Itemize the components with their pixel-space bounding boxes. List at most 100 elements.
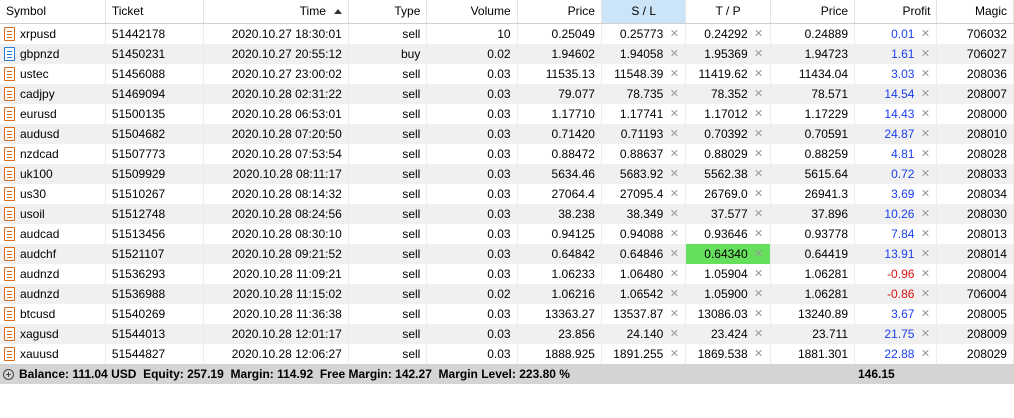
close-icon[interactable]: ✕ bbox=[669, 164, 679, 184]
close-icon[interactable]: ✕ bbox=[754, 124, 764, 144]
cell-tp[interactable]: 1.05904 ✕ bbox=[686, 264, 771, 284]
cell-tp[interactable]: 26769.0 ✕ bbox=[686, 184, 771, 204]
close-icon[interactable]: ✕ bbox=[754, 284, 764, 304]
table-row[interactable]: audusd 51504682 2020.10.28 07:20:50 sell 0.0… bbox=[0, 124, 1014, 144]
close-icon[interactable]: ✕ bbox=[754, 104, 764, 124]
table-row[interactable]: xagusd 51544013 2020.10.28 12:01:17 sell 0.0… bbox=[0, 324, 1014, 344]
cell-sl[interactable]: 13537.87 ✕ bbox=[602, 304, 687, 324]
close-icon[interactable]: ✕ bbox=[754, 64, 764, 84]
col-ticket[interactable]: Ticket bbox=[106, 0, 204, 23]
close-icon[interactable]: ✕ bbox=[754, 184, 764, 204]
close-icon[interactable]: ✕ bbox=[754, 84, 764, 104]
table-row[interactable]: eurusd 51500135 2020.10.28 06:53:01 sell 0.0… bbox=[0, 104, 1014, 124]
cell-tp[interactable]: 5562.38 ✕ bbox=[686, 164, 771, 184]
table-row[interactable]: audnzd 51536988 2020.10.28 11:15:02 sell 0.0… bbox=[0, 284, 1014, 304]
table-row[interactable]: xauusd 51544827 2020.10.28 12:06:27 sell 0.0… bbox=[0, 344, 1014, 364]
close-icon[interactable]: ✕ bbox=[920, 64, 930, 84]
close-icon[interactable]: ✕ bbox=[669, 224, 679, 244]
cell-sl[interactable]: 38.349 ✕ bbox=[602, 204, 687, 224]
cell-sl[interactable]: 1.06542 ✕ bbox=[602, 284, 687, 304]
cell-profit[interactable]: 3.67 ✕ bbox=[855, 304, 938, 324]
cell-profit[interactable]: 0.01 ✕ bbox=[855, 24, 938, 44]
table-row[interactable]: gbpnzd 51450231 2020.10.27 20:55:12 buy 0.02… bbox=[0, 44, 1014, 64]
close-icon[interactable]: ✕ bbox=[754, 204, 764, 224]
expand-plus-icon[interactable] bbox=[3, 368, 14, 380]
col-current-price[interactable]: Price bbox=[771, 0, 856, 23]
close-icon[interactable]: ✕ bbox=[920, 84, 930, 104]
cell-profit[interactable]: 0.72 ✕ bbox=[855, 164, 938, 184]
close-icon[interactable]: ✕ bbox=[669, 344, 679, 364]
cell-tp[interactable]: 1.05900 ✕ bbox=[686, 284, 771, 304]
cell-profit[interactable]: 22.88 ✕ bbox=[855, 344, 938, 364]
cell-tp[interactable]: 0.93646 ✕ bbox=[686, 224, 771, 244]
col-sl[interactable]: S / L bbox=[601, 0, 687, 23]
close-icon[interactable]: ✕ bbox=[754, 264, 764, 284]
cell-sl[interactable]: 27095.4 ✕ bbox=[602, 184, 687, 204]
close-icon[interactable]: ✕ bbox=[754, 304, 764, 324]
cell-profit[interactable]: 24.87 ✕ bbox=[855, 124, 938, 144]
table-row[interactable]: audnzd 51536293 2020.10.28 11:09:21 sell 0.0… bbox=[0, 264, 1014, 284]
cell-tp[interactable]: 13086.03 ✕ bbox=[686, 304, 771, 324]
cell-profit[interactable]: 10.26 ✕ bbox=[855, 204, 938, 224]
cell-sl[interactable]: 1891.255 ✕ bbox=[602, 344, 687, 364]
close-icon[interactable]: ✕ bbox=[754, 44, 764, 64]
cell-sl[interactable]: 11548.39 ✕ bbox=[602, 64, 687, 84]
close-icon[interactable]: ✕ bbox=[920, 24, 930, 44]
col-magic[interactable]: Magic bbox=[937, 0, 1014, 23]
cell-tp[interactable]: 11419.62 ✕ bbox=[686, 64, 771, 84]
table-row[interactable]: cadjpy 51469094 2020.10.28 02:31:22 sell 0.0… bbox=[0, 84, 1014, 104]
cell-sl[interactable]: 24.140 ✕ bbox=[602, 324, 687, 344]
close-icon[interactable]: ✕ bbox=[669, 144, 679, 164]
cell-sl[interactable]: 0.64846 ✕ bbox=[602, 244, 687, 264]
table-row[interactable]: uk100 51509929 2020.10.28 08:11:17 sell 0.03… bbox=[0, 164, 1014, 184]
close-icon[interactable]: ✕ bbox=[669, 104, 679, 124]
cell-profit[interactable]: 4.81 ✕ bbox=[855, 144, 938, 164]
cell-sl[interactable]: 5683.92 ✕ bbox=[602, 164, 687, 184]
cell-tp[interactable]: 1.95369 ✕ bbox=[686, 44, 771, 64]
cell-tp[interactable]: 37.577 ✕ bbox=[686, 204, 771, 224]
cell-sl[interactable]: 0.88637 ✕ bbox=[602, 144, 687, 164]
cell-tp[interactable]: 78.352 ✕ bbox=[686, 84, 771, 104]
table-row[interactable]: us30 51510267 2020.10.28 08:14:32 sell 0.03 2… bbox=[0, 184, 1014, 204]
table-row[interactable]: btcusd 51540269 2020.10.28 11:36:38 sell 0.0… bbox=[0, 304, 1014, 324]
cell-profit[interactable]: 14.54 ✕ bbox=[855, 84, 938, 104]
close-icon[interactable]: ✕ bbox=[920, 204, 930, 224]
close-icon[interactable]: ✕ bbox=[920, 264, 930, 284]
cell-sl[interactable]: 0.94088 ✕ bbox=[602, 224, 687, 244]
close-icon[interactable]: ✕ bbox=[920, 44, 930, 64]
cell-profit[interactable]: 21.75 ✕ bbox=[855, 324, 938, 344]
close-icon[interactable]: ✕ bbox=[754, 344, 764, 364]
cell-profit[interactable]: 3.03 ✕ bbox=[855, 64, 938, 84]
close-icon[interactable]: ✕ bbox=[669, 264, 679, 284]
cell-profit[interactable]: 7.84 ✕ bbox=[855, 224, 938, 244]
cell-profit[interactable]: -0.86 ✕ bbox=[855, 284, 938, 304]
close-icon[interactable]: ✕ bbox=[754, 164, 764, 184]
close-icon[interactable]: ✕ bbox=[669, 244, 679, 264]
col-price[interactable]: Price bbox=[518, 0, 602, 23]
close-icon[interactable]: ✕ bbox=[754, 244, 764, 264]
cell-tp[interactable]: 23.424 ✕ bbox=[686, 324, 771, 344]
cell-tp[interactable]: 1869.538 ✕ bbox=[686, 344, 771, 364]
close-icon[interactable]: ✕ bbox=[920, 224, 930, 244]
col-tp[interactable]: T / P bbox=[686, 0, 771, 23]
cell-sl[interactable]: 1.06480 ✕ bbox=[602, 264, 687, 284]
close-icon[interactable]: ✕ bbox=[920, 104, 930, 124]
close-icon[interactable]: ✕ bbox=[920, 144, 930, 164]
cell-sl[interactable]: 0.71193 ✕ bbox=[602, 124, 687, 144]
close-icon[interactable]: ✕ bbox=[669, 24, 679, 44]
close-icon[interactable]: ✕ bbox=[754, 144, 764, 164]
cell-profit[interactable]: -0.96 ✕ bbox=[855, 264, 938, 284]
close-icon[interactable]: ✕ bbox=[669, 64, 679, 84]
col-volume[interactable]: Volume bbox=[427, 0, 518, 23]
close-icon[interactable]: ✕ bbox=[669, 324, 679, 344]
cell-tp[interactable]: 1.17012 ✕ bbox=[686, 104, 771, 124]
close-icon[interactable]: ✕ bbox=[669, 304, 679, 324]
cell-sl[interactable]: 0.25773 ✕ bbox=[602, 24, 687, 44]
close-icon[interactable]: ✕ bbox=[920, 304, 930, 324]
close-icon[interactable]: ✕ bbox=[669, 44, 679, 64]
cell-tp[interactable]: 0.88029 ✕ bbox=[686, 144, 771, 164]
table-row[interactable]: nzdcad 51507773 2020.10.28 07:53:54 sell 0.0… bbox=[0, 144, 1014, 164]
close-icon[interactable]: ✕ bbox=[920, 324, 930, 344]
col-profit[interactable]: Profit bbox=[855, 0, 938, 23]
table-row[interactable]: audcad 51513456 2020.10.28 08:30:10 sell 0.0… bbox=[0, 224, 1014, 244]
